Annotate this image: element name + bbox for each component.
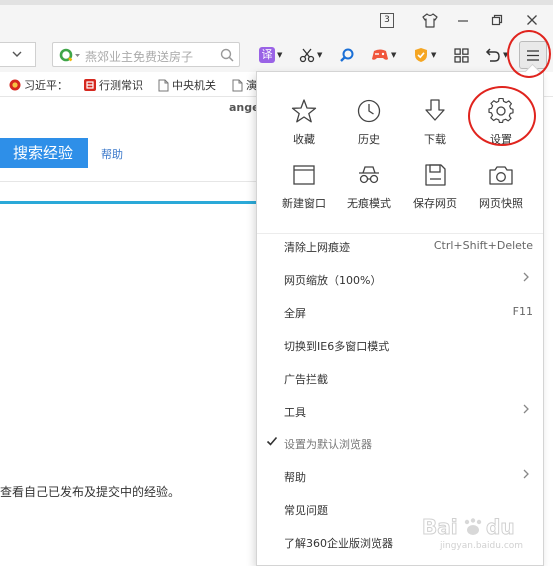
divider: [0, 181, 256, 182]
title-bar-top-line: [0, 0, 553, 5]
tab-count-badge[interactable]: 3: [380, 13, 394, 28]
menu-item-label: 广告拦截: [284, 373, 328, 386]
menu-item-label: 全屏: [284, 307, 306, 320]
minimize-button[interactable]: [453, 10, 473, 30]
grid-icon: [454, 47, 469, 63]
title-bar: 3: [0, 0, 553, 38]
tile-new-window[interactable]: 新建窗口: [274, 160, 334, 211]
bookmark-item[interactable]: 演: [232, 77, 257, 93]
chevron-down-icon[interactable]: [11, 47, 23, 64]
tile-snapshot[interactable]: 网页快照: [471, 160, 531, 211]
menu-item-ad-block[interactable]: 广告拦截: [257, 366, 543, 390]
menu-item-ie6-mode[interactable]: 切换到IE6多窗口模式: [257, 333, 543, 357]
annotation-circle-menu: [507, 30, 551, 78]
search-icon[interactable]: [220, 48, 234, 65]
menu-item-label: 切换到IE6多窗口模式: [284, 340, 390, 353]
menu-item-label: 常见问题: [284, 504, 328, 517]
menu-item-label: 工具: [284, 406, 306, 419]
menu-item-label: 了解360企业版浏览器: [284, 537, 393, 550]
bookmark-item[interactable]: 习近平：: [9, 77, 68, 93]
caret-down-icon: ▼: [277, 51, 283, 59]
chevron-right-icon: [522, 271, 530, 286]
clock-icon: [357, 99, 381, 123]
caret-down-icon: ▼: [431, 51, 437, 59]
tile-label: 新建窗口: [282, 197, 326, 210]
svg-text:du: du: [486, 515, 515, 539]
description-text: 查看自己已发布及提交中的经验。: [0, 485, 181, 499]
bookmark-item[interactable]: 行测常识: [84, 77, 143, 93]
tile-save-page[interactable]: 保存网页: [405, 160, 465, 211]
skin-icon[interactable]: [420, 10, 440, 30]
menu-item-fullscreen[interactable]: 全屏 F11: [257, 300, 543, 324]
undo-icon: [485, 48, 500, 62]
translate-button[interactable]: 译 ▼: [259, 45, 282, 65]
toolbar: 燕郊业主免费送房子 译 ▼ ▼ ▼ ▼ ▼: [0, 38, 553, 72]
bookmark-label: 中央机关: [172, 79, 216, 92]
chevron-right-icon: [522, 468, 530, 483]
save-icon: [425, 164, 446, 186]
camera-icon: [489, 166, 513, 185]
window-icon: [293, 165, 315, 185]
star-icon: [291, 99, 317, 123]
menu-item-tools[interactable]: 工具: [257, 399, 543, 423]
menu-item-label: 网页缩放（100%）: [284, 274, 382, 287]
baidu-watermark-logo: Bai du jingyan.baidu.com: [420, 512, 540, 552]
bookmark-label: 习近平：: [24, 79, 68, 92]
menu-item-label: 设置为默认浏览器: [284, 438, 372, 451]
tab-underline: [0, 201, 256, 204]
caret-down-icon: ▼: [391, 51, 397, 59]
menu-item-clear-history[interactable]: 清除上网痕迹 Ctrl+Shift+Delete: [257, 234, 543, 258]
menu-item-default-browser[interactable]: 设置为默认浏览器: [257, 431, 543, 455]
tile-incognito[interactable]: 无痕模式: [339, 160, 399, 211]
search-box[interactable]: 燕郊业主免费送房子: [52, 42, 240, 67]
caret-down-icon: ▼: [317, 51, 323, 59]
tile-download[interactable]: 下载: [405, 96, 465, 147]
undo-close-tab-button[interactable]: ▼: [484, 45, 508, 65]
search-engine-logo-icon[interactable]: [59, 48, 81, 65]
page-icon: [232, 79, 243, 91]
screenshot-button[interactable]: ▼: [299, 45, 322, 65]
search-experience-button[interactable]: 搜索经验: [0, 138, 88, 168]
tile-label: 保存网页: [413, 197, 457, 210]
incognito-icon: [359, 166, 379, 184]
chevron-right-icon: [522, 403, 530, 418]
svg-text:Bai: Bai: [422, 515, 458, 539]
checkmark-icon: [266, 435, 278, 450]
annotation-circle-settings: [468, 86, 536, 146]
tile-label: 下载: [424, 133, 446, 146]
menu-item-zoom[interactable]: 网页缩放（100%）: [257, 267, 543, 291]
scissors-icon: [299, 48, 315, 63]
game-button[interactable]: ▼: [371, 45, 396, 65]
shortcut-label: Ctrl+Shift+Delete: [433, 239, 533, 252]
menu-item-label: 帮助: [284, 471, 306, 484]
apps-button[interactable]: [454, 45, 469, 65]
tile-favorites[interactable]: 收藏: [274, 96, 334, 147]
tile-label: 历史: [358, 133, 380, 146]
bookmark-item[interactable]: 中央机关: [158, 77, 216, 93]
menu-item-label: 清除上网痕迹: [284, 241, 350, 254]
svg-text:jingyan.baidu.com: jingyan.baidu.com: [439, 541, 523, 551]
tile-history[interactable]: 历史: [339, 96, 399, 147]
translate-icon: 译: [259, 47, 275, 63]
emblem-icon: [9, 79, 21, 91]
shortcut-label: F11: [512, 305, 533, 318]
bookmark-label: 行测常识: [99, 79, 143, 92]
red-logo-icon: [84, 79, 96, 91]
restore-button[interactable]: [487, 10, 507, 30]
help-link[interactable]: 帮助: [101, 146, 123, 162]
download-icon: [425, 99, 445, 121]
menu-item-help[interactable]: 帮助: [257, 464, 543, 488]
gamepad-icon: [372, 49, 388, 60]
magnifier-icon: [340, 48, 354, 62]
close-button[interactable]: [522, 10, 542, 30]
tile-label: 无痕模式: [347, 197, 391, 210]
page-icon: [158, 79, 169, 91]
tile-label: 收藏: [293, 133, 315, 146]
tile-label: 网页快照: [479, 197, 523, 210]
search-input[interactable]: 燕郊业主免费送房子: [85, 48, 193, 65]
address-bar[interactable]: [0, 42, 36, 67]
shield-icon: [415, 48, 427, 62]
security-button[interactable]: ▼: [413, 45, 436, 65]
find-button[interactable]: [339, 45, 355, 65]
